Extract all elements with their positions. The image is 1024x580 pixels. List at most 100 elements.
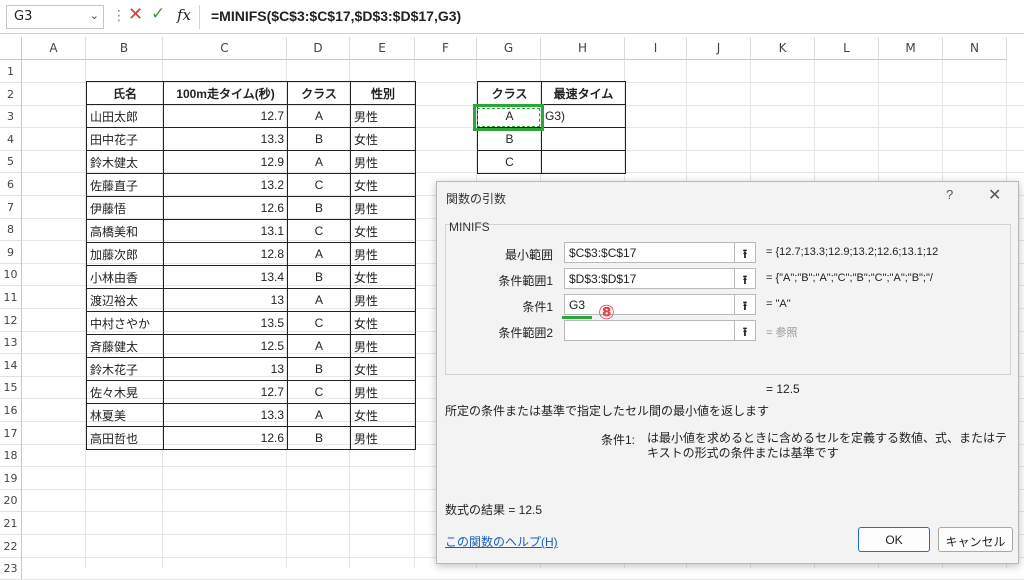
table-cell[interactable]: C <box>287 311 351 335</box>
table-cell[interactable]: 男性 <box>350 104 416 128</box>
table-cell[interactable]: 12.9 <box>163 150 288 174</box>
more-options-icon[interactable]: ⋮ <box>112 8 126 24</box>
table-cell[interactable]: 田中花子 <box>86 127 164 151</box>
table-cell[interactable]: 12.6 <box>163 426 288 450</box>
table-cell[interactable]: 13.3 <box>163 127 288 151</box>
row-header-1[interactable]: 1 <box>0 60 22 83</box>
table-cell[interactable]: 男性 <box>350 150 416 174</box>
row-header-3[interactable]: 3 <box>0 105 22 129</box>
table-cell[interactable]: 男性 <box>350 196 416 220</box>
column-header-m[interactable]: M <box>879 37 943 60</box>
select-all-corner[interactable] <box>0 37 22 60</box>
row-header-23[interactable]: 23 <box>0 557 22 580</box>
range-select-icon[interactable]: ⭱ <box>734 320 756 341</box>
table-cell[interactable]: 小林由香 <box>86 265 164 289</box>
row-header-6[interactable]: 6 <box>0 173 22 196</box>
table-cell[interactable]: 林夏美 <box>86 403 164 427</box>
table-cell[interactable]: 佐々木晃 <box>86 380 164 404</box>
row-header-20[interactable]: 20 <box>0 489 22 513</box>
cancel-icon[interactable]: ✕ <box>128 4 143 25</box>
row-header-19[interactable]: 19 <box>0 466 22 490</box>
table-cell[interactable]: A <box>287 403 351 427</box>
check-icon[interactable]: ✓ <box>151 4 165 24</box>
table-cell[interactable]: 高橋美和 <box>86 219 164 243</box>
table-cell[interactable]: B <box>287 426 351 450</box>
table-cell[interactable]: B <box>287 127 351 151</box>
column-header-g[interactable]: G <box>477 37 541 60</box>
insert-function-button[interactable]: fx <box>177 6 191 24</box>
table-cell[interactable]: 13 <box>163 357 288 381</box>
row-header-7[interactable]: 7 <box>0 195 22 219</box>
table-cell[interactable]: 男性 <box>350 426 416 450</box>
table-cell[interactable]: C <box>287 173 351 197</box>
table-cell[interactable]: 女性 <box>350 219 416 243</box>
table-cell[interactable]: 12.8 <box>163 242 288 266</box>
table-cell[interactable]: G3) <box>541 104 626 128</box>
arg-input-criteria1[interactable]: G3 <box>564 294 735 315</box>
column-header-i[interactable]: I <box>625 37 687 60</box>
range-select-icon[interactable]: ⭱ <box>734 268 756 289</box>
range-select-icon[interactable]: ⭱ <box>734 294 756 315</box>
table-cell[interactable]: B <box>287 265 351 289</box>
table-cell[interactable]: 伊藤悟 <box>86 196 164 220</box>
table-cell[interactable]: 山田太郎 <box>86 104 164 128</box>
table-cell[interactable]: 中村さやか <box>86 311 164 335</box>
table-cell[interactable]: 斉藤健太 <box>86 334 164 358</box>
column-header-k[interactable]: K <box>751 37 815 60</box>
row-header-10[interactable]: 10 <box>0 263 22 287</box>
help-icon[interactable]: ? <box>946 187 953 202</box>
arg-input-criteria-range1[interactable]: $D$3:$D$17 <box>564 268 735 289</box>
table-cell[interactable]: 女性 <box>350 127 416 151</box>
table-cell[interactable]: 12.5 <box>163 334 288 358</box>
table-cell[interactable] <box>541 127 626 151</box>
row-header-22[interactable]: 22 <box>0 534 22 558</box>
table-cell[interactable]: 女性 <box>350 173 416 197</box>
row-header-8[interactable]: 8 <box>0 218 22 242</box>
row-header-2[interactable]: 2 <box>0 82 22 106</box>
ok-button[interactable]: OK <box>858 527 930 552</box>
table-cell[interactable]: 13.1 <box>163 219 288 243</box>
row-header-11[interactable]: 11 <box>0 286 22 309</box>
column-header-f[interactable]: F <box>415 37 477 60</box>
table-cell[interactable]: 女性 <box>350 357 416 381</box>
row-header-12[interactable]: 12 <box>0 308 22 332</box>
table-cell[interactable]: 女性 <box>350 311 416 335</box>
row-header-21[interactable]: 21 <box>0 512 22 535</box>
table-cell[interactable]: 渡辺裕太 <box>86 288 164 312</box>
row-header-16[interactable]: 16 <box>0 399 22 422</box>
help-link[interactable]: この関数のヘルプ(H) <box>445 533 558 550</box>
table-cell[interactable]: B <box>287 357 351 381</box>
table-cell[interactable]: 12.6 <box>163 196 288 220</box>
table-cell[interactable]: C <box>287 380 351 404</box>
table-cell[interactable]: A <box>287 334 351 358</box>
cancel-button[interactable]: キャンセル <box>938 527 1013 552</box>
table-cell[interactable]: 鈴木健太 <box>86 150 164 174</box>
table-cell[interactable]: 男性 <box>350 242 416 266</box>
row-header-18[interactable]: 18 <box>0 444 22 468</box>
table-cell[interactable]: 女性 <box>350 403 416 427</box>
row-header-9[interactable]: 9 <box>0 240 22 264</box>
arg-input-criteria-range2[interactable] <box>564 320 735 341</box>
column-header-n[interactable]: N <box>943 37 1007 60</box>
table-cell[interactable]: 鈴木花子 <box>86 357 164 381</box>
column-header-c[interactable]: C <box>163 37 287 60</box>
table-cell[interactable]: B <box>287 196 351 220</box>
table-cell[interactable]: 13.2 <box>163 173 288 197</box>
name-box[interactable]: G3 ⌄ <box>6 5 104 29</box>
row-header-5[interactable]: 5 <box>0 150 22 174</box>
table-cell[interactable]: 13.3 <box>163 403 288 427</box>
chevron-down-icon[interactable]: ⌄ <box>90 9 99 22</box>
table-cell[interactable]: A <box>287 104 351 128</box>
table-cell[interactable] <box>541 150 626 174</box>
table-cell[interactable]: 佐藤直子 <box>86 173 164 197</box>
table-cell[interactable]: 13 <box>163 288 288 312</box>
row-header-14[interactable]: 14 <box>0 353 22 377</box>
table-cell[interactable]: A <box>287 242 351 266</box>
table-cell[interactable]: 13.5 <box>163 311 288 335</box>
table-cell[interactable]: 12.7 <box>163 104 288 128</box>
column-header-a[interactable]: A <box>22 37 86 60</box>
column-header-e[interactable]: E <box>350 37 415 60</box>
table-cell[interactable]: A <box>287 288 351 312</box>
table-cell[interactable]: 女性 <box>350 265 416 289</box>
row-header-17[interactable]: 17 <box>0 421 22 445</box>
